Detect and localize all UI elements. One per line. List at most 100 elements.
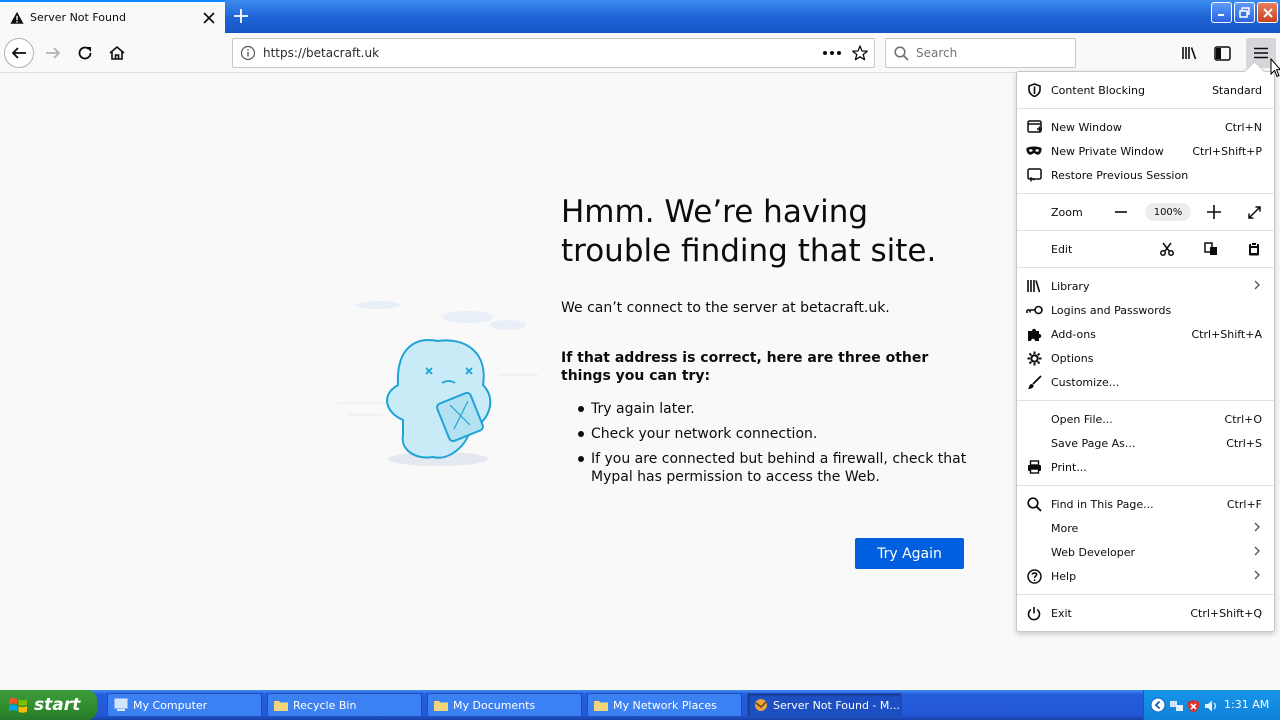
error-subtitle: If that address is correct, here are thr… (561, 350, 929, 384)
url-text[interactable]: https://betacraft.uk (263, 46, 818, 60)
menu-item-library[interactable]: Library (1017, 274, 1274, 298)
menu-separator (1017, 193, 1274, 194)
menu-separator (1017, 594, 1274, 595)
browser-icon (755, 699, 767, 711)
menu-separator (1017, 230, 1274, 231)
new-window-icon (1026, 120, 1042, 133)
zoom-out-button[interactable] (1107, 200, 1135, 224)
menu-item-addons[interactable]: Add-ons Ctrl+Shift+A (1017, 322, 1274, 346)
minus-icon (1115, 211, 1127, 213)
clipboard-icon (1249, 242, 1259, 256)
menu-item-open-file[interactable]: Open File... Ctrl+O (1017, 407, 1274, 431)
menu-item-more[interactable]: More (1017, 516, 1274, 540)
zoom-reset-button[interactable]: 100% (1145, 203, 1191, 221)
volume-icon[interactable] (1204, 698, 1218, 717)
menu-item-new-window[interactable]: New Window Ctrl+N (1017, 115, 1274, 139)
tab-server-not-found[interactable]: Server Not Found (0, 0, 225, 33)
hamburger-icon (1254, 47, 1268, 59)
security-shield-icon[interactable] (1187, 698, 1200, 717)
maximize-button[interactable] (1234, 2, 1255, 23)
start-button[interactable]: start (0, 690, 97, 720)
restore-session-icon (1026, 168, 1042, 182)
menu-separator (1017, 267, 1274, 268)
taskbar-item-my-network-places[interactable]: My Network Places (587, 693, 742, 717)
menu-separator (1017, 108, 1274, 109)
tab-title: Server Not Found (30, 11, 126, 24)
info-icon[interactable] (233, 45, 263, 61)
menu-item-find[interactable]: Find in This Page... Ctrl+F (1017, 492, 1274, 516)
chevron-right-icon (1254, 522, 1260, 531)
sidebar-button[interactable] (1207, 38, 1237, 68)
menu-item-new-private-window[interactable]: New Private Window Ctrl+Shift+P (1017, 139, 1274, 163)
minimize-icon (1218, 14, 1224, 16)
bookmark-star-icon[interactable] (846, 45, 874, 61)
start-label: start (34, 695, 81, 715)
search-icon (886, 45, 916, 61)
home-button[interactable] (102, 38, 132, 68)
try-again-button[interactable]: Try Again (855, 538, 964, 569)
menu-item-logins[interactable]: Logins and Passwords (1017, 298, 1274, 322)
page-actions-icon[interactable] (818, 51, 846, 55)
copy-button[interactable] (1197, 237, 1225, 261)
list-item: If you are connected but behind a firewa… (577, 450, 967, 486)
taskbar-item-my-documents[interactable]: My Documents (427, 693, 582, 717)
mouse-cursor-icon (1270, 58, 1280, 78)
menu-item-customize[interactable]: Customize... (1017, 370, 1274, 394)
window-close-button[interactable] (1257, 2, 1278, 23)
menu-item-help[interactable]: Help (1017, 564, 1274, 588)
scissors-icon (1160, 242, 1174, 256)
taskbar-item-browser[interactable]: Server Not Found - M... (747, 693, 902, 717)
network-icon[interactable] (1169, 698, 1184, 717)
new-tab-button[interactable] (229, 4, 253, 28)
folder-icon (434, 701, 448, 711)
error-message: We can’t connect to the server at betacr… (561, 300, 890, 316)
clock: 1:31 AM (1224, 698, 1270, 711)
chevron-right-icon (1254, 570, 1260, 579)
folder-icon (274, 701, 288, 711)
taskbar-item-recycle-bin[interactable]: Recycle Bin (267, 693, 422, 717)
list-item: Check your network connection. (577, 425, 967, 443)
error-illustration (338, 301, 538, 466)
zoom-in-button[interactable] (1200, 200, 1228, 224)
printer-icon (1027, 460, 1041, 474)
fullscreen-button[interactable] (1240, 200, 1268, 224)
suggestion-list: Try again later. Check your network conn… (577, 400, 967, 493)
error-title: Hmm. We’re having trouble finding that s… (561, 194, 937, 269)
help-icon (1026, 568, 1042, 584)
back-button[interactable] (4, 38, 34, 68)
warning-icon (10, 11, 24, 24)
tray-expand-icon[interactable] (1150, 697, 1166, 717)
search-icon (1026, 496, 1042, 512)
key-icon (1025, 305, 1043, 315)
system-tray: 1:31 AM (1143, 690, 1280, 720)
forward-button[interactable] (38, 38, 68, 68)
navigation-toolbar: https://betacraft.uk Search (0, 33, 1280, 73)
paste-button[interactable] (1240, 237, 1268, 261)
reload-button[interactable] (70, 38, 100, 68)
plus-icon (1207, 205, 1221, 219)
tab-strip: Server Not Found (0, 0, 1280, 33)
url-bar[interactable]: https://betacraft.uk (232, 38, 875, 68)
menu-item-web-developer[interactable]: Web Developer (1017, 540, 1274, 564)
sidebar-icon (1213, 45, 1231, 61)
menu-item-options[interactable]: Options (1017, 346, 1274, 370)
cut-button[interactable] (1153, 237, 1181, 261)
puzzle-icon (1027, 328, 1041, 341)
tab-close-icon[interactable] (197, 6, 221, 30)
taskbar: start My Computer Recycle Bin My Documen… (0, 690, 1280, 720)
close-icon (1262, 7, 1273, 18)
folder-icon (594, 701, 608, 711)
menu-item-restore-session[interactable]: Restore Previous Session (1017, 163, 1274, 187)
menu-item-content-blocking[interactable]: Content Blocking Standard (1017, 78, 1274, 102)
brush-icon (1027, 374, 1042, 389)
menu-item-edit: Edit (1051, 242, 1073, 256)
library-button[interactable] (1175, 38, 1205, 68)
app-menu-panel: Content Blocking Standard New Window Ctr… (1016, 71, 1275, 632)
gear-icon (1027, 351, 1041, 365)
menu-item-save-page[interactable]: Save Page As... Ctrl+S (1017, 431, 1274, 455)
taskbar-item-my-computer[interactable]: My Computer (107, 693, 262, 717)
menu-item-print[interactable]: Print... (1017, 455, 1274, 479)
search-bar[interactable]: Search (885, 38, 1076, 68)
menu-item-exit[interactable]: Exit Ctrl+Shift+Q (1017, 601, 1274, 625)
minimize-button[interactable] (1211, 2, 1232, 23)
